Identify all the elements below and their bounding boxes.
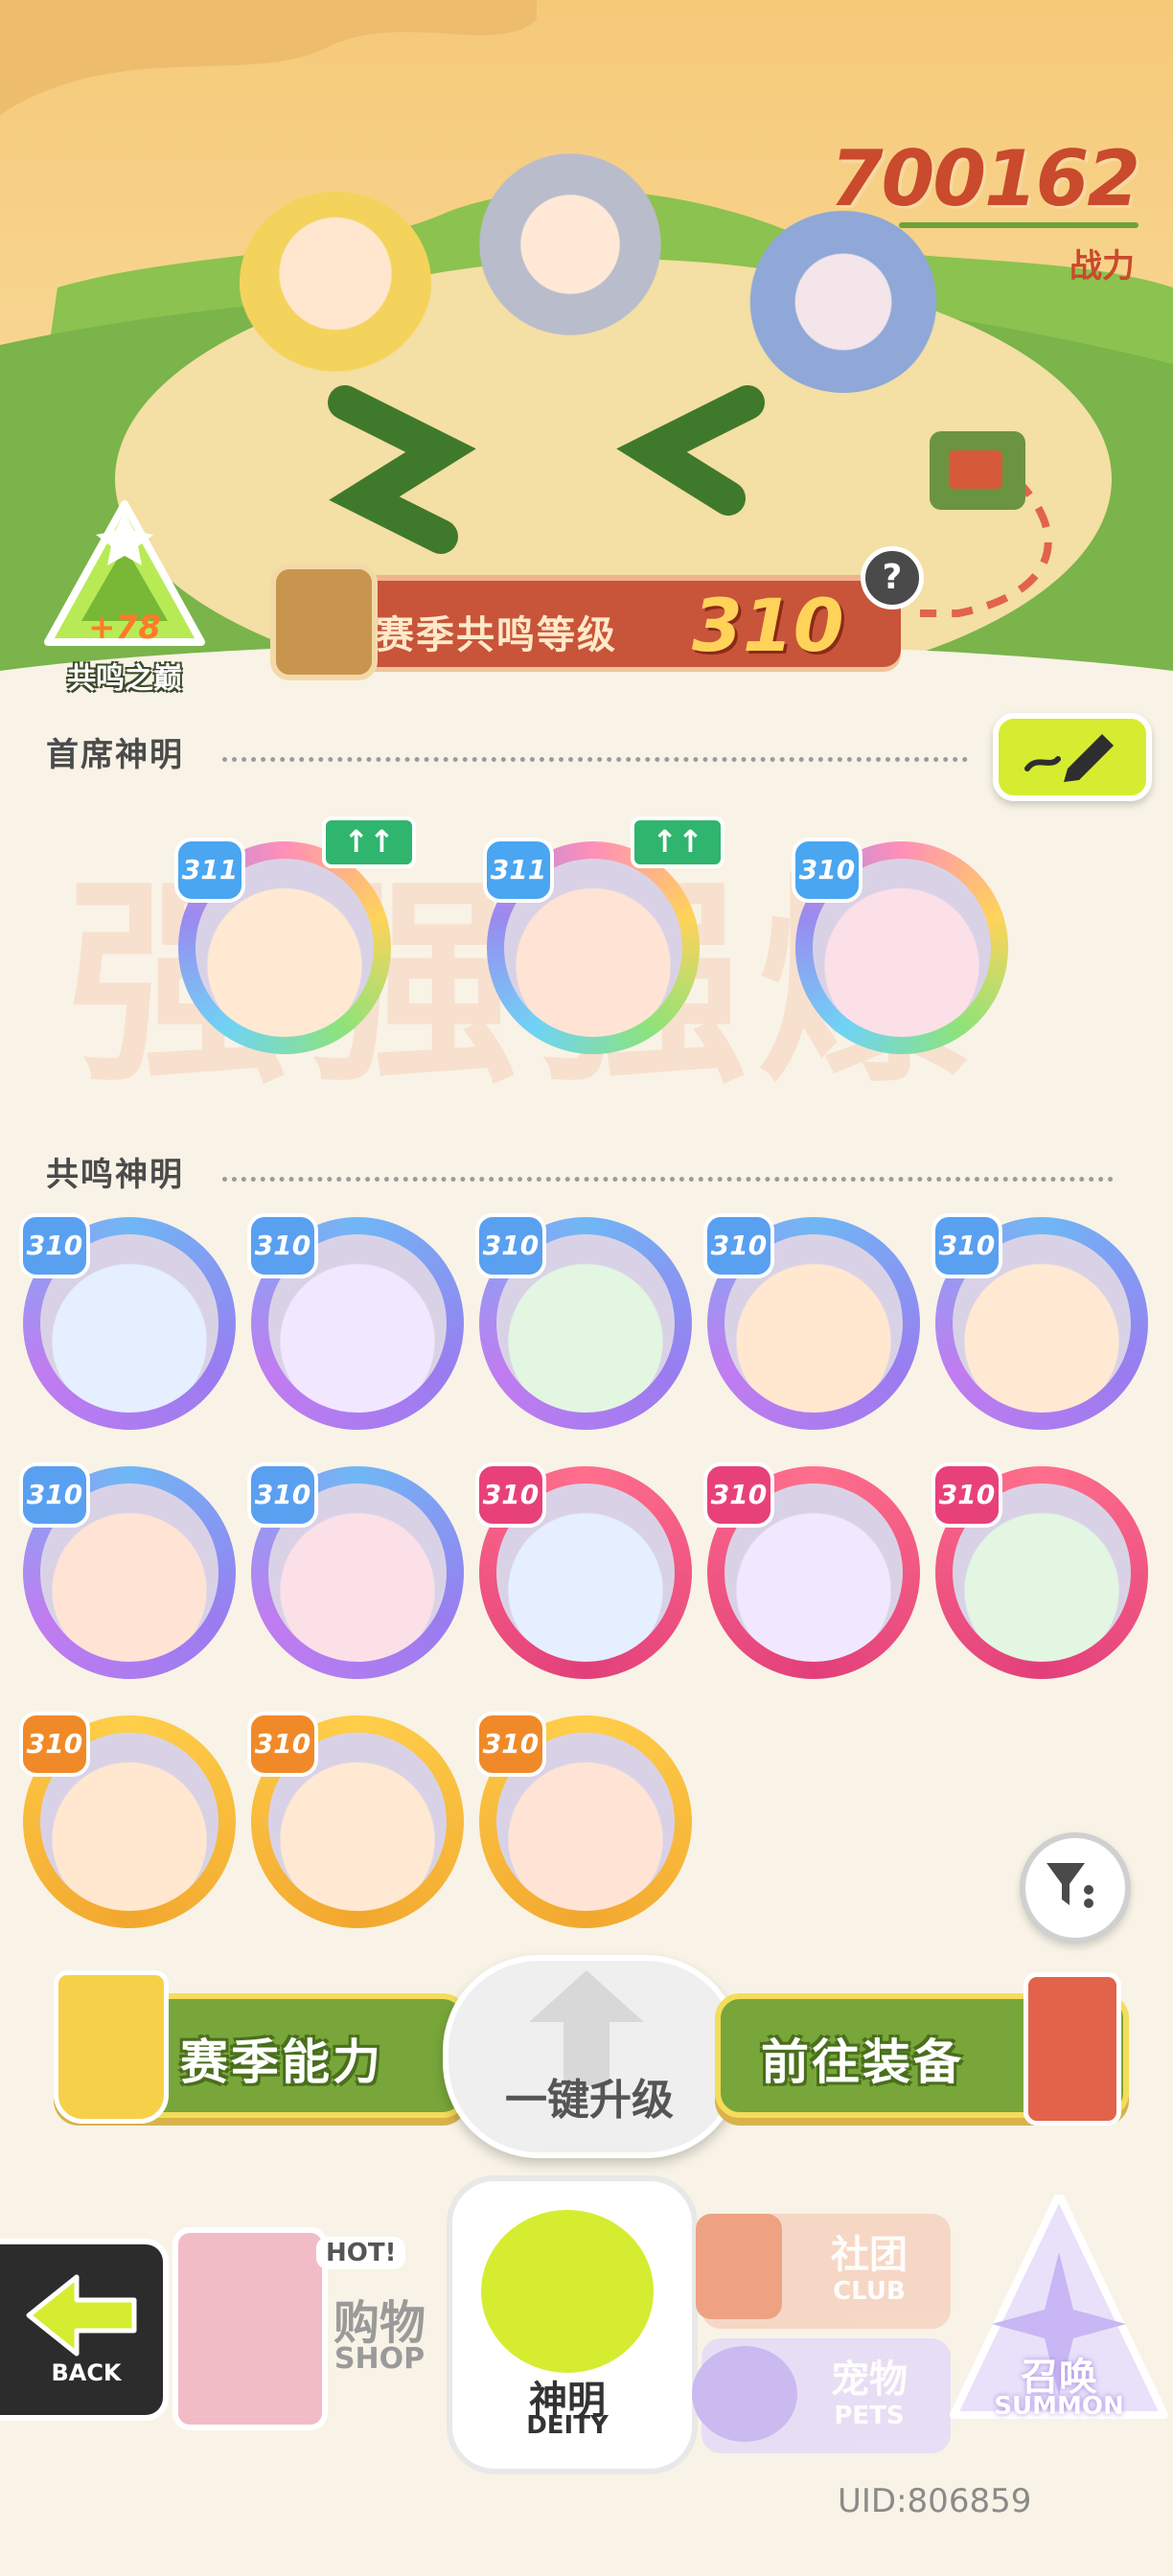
resonance-deity-card[interactable]: 310 (932, 1213, 1148, 1430)
season-ability-label: 赛季能力 (180, 2035, 383, 2090)
go-to-equipment-label: 前往装备 (761, 2035, 964, 2090)
card-level-badge: 310 (932, 1462, 1002, 1528)
edit-button[interactable] (993, 713, 1152, 801)
card-level-badge: 310 (475, 1213, 546, 1278)
deity-avatar-icon (481, 2210, 654, 2373)
user-id: UID:806859 (838, 2482, 1032, 2520)
scene-character-center (479, 153, 661, 335)
card-level-badge: 310 (247, 1213, 318, 1278)
one-click-upgrade-button[interactable] (443, 1955, 742, 2158)
power-label: 战力 (1070, 247, 1135, 286)
resonance-peak-badge[interactable]: +78 共鸣之巅 (38, 498, 211, 696)
go-to-equipment-button[interactable]: 前往装备 (715, 1972, 1129, 2126)
season-label: 赛季共鸣等级 (376, 613, 617, 657)
hot-badge: HOT! (316, 2237, 406, 2269)
resonance-deity-card[interactable]: 310 (247, 1462, 464, 1679)
pets-label-en: PETS (834, 2402, 905, 2430)
pencil-icon (1024, 734, 1114, 782)
help-button[interactable]: ? (861, 546, 924, 610)
bottom-navigation: BACK HOT! 购物 SHOP 神明 DEITY 社团 CLUB 宠物 PE… (0, 2175, 1173, 2492)
nav-shop[interactable]: HOT! 购物 SHOP (172, 2198, 450, 2438)
question-icon: ? (882, 558, 903, 597)
chief-deity-card[interactable]: 310 (792, 838, 1008, 1054)
upgrade-available-icon: ↑↑ (322, 816, 416, 868)
card-level-badge: 310 (247, 1712, 318, 1777)
back-label: BACK (51, 2359, 122, 2386)
shop-label-en: SHOP (334, 2342, 426, 2376)
resonance-deity-card[interactable]: 310 (247, 1712, 464, 1928)
upgrade-available-icon: ↑↑ (631, 816, 724, 868)
steamer-icon (270, 564, 378, 680)
card-level-badge: 310 (792, 838, 862, 903)
resonance-deity-card[interactable]: 310 (19, 1712, 236, 1928)
back-arrow-icon (26, 2274, 137, 2357)
scene-character-left (240, 192, 431, 374)
peak-bonus: +78 (88, 609, 161, 647)
resonance-deity-card[interactable]: 310 (703, 1462, 920, 1679)
card-level-badge: 310 (19, 1462, 90, 1528)
peak-label: 共鸣之巅 (67, 662, 182, 696)
season-resonance-banner[interactable]: 赛季共鸣等级 310 (270, 554, 903, 680)
club-label-cn: 社团 (831, 2233, 908, 2277)
nav-deity[interactable]: 神明 DEITY (447, 2175, 698, 2474)
card-level-badge: 310 (475, 1712, 546, 1777)
nav-club[interactable]: 社团 CLUB (696, 2214, 951, 2329)
card-level-badge: 310 (703, 1213, 774, 1278)
resonance-deity-card[interactable]: 310 (475, 1712, 692, 1928)
club-bag-icon (696, 2214, 782, 2319)
resonance-deity-card[interactable]: 310 (19, 1213, 236, 1430)
nav-pets[interactable]: 宠物 PETS (692, 2338, 951, 2453)
card-level-badge: 311 (483, 838, 554, 903)
club-label-en: CLUB (833, 2277, 906, 2306)
resonance-deity-card[interactable]: 310 (703, 1213, 920, 1430)
power-underline (899, 222, 1138, 228)
power-value: 700162 (830, 134, 1140, 223)
back-button[interactable]: BACK (0, 2239, 169, 2421)
gift-icon (1024, 1972, 1121, 2126)
resonance-deity-card[interactable]: 310 (475, 1462, 692, 1679)
card-level-badge: 310 (703, 1462, 774, 1528)
nav-summon[interactable]: 召唤 SUMMON (949, 2195, 1169, 2453)
section-title-resonance: 共鸣神明 (46, 1156, 184, 1194)
chief-deity-card[interactable]: 311 ↑↑ (483, 816, 724, 1054)
card-level-badge: 310 (19, 1712, 90, 1777)
filter-button[interactable] (1020, 1832, 1131, 1944)
season-level-value: 310 (692, 583, 844, 668)
section-divider (222, 1177, 1114, 1182)
resonance-deity-card[interactable]: 310 (247, 1213, 464, 1430)
filter-icon (1046, 1863, 1093, 1908)
season-ability-button[interactable]: 赛季能力 (54, 1970, 468, 2124)
vending-machine-icon (172, 2227, 328, 2430)
scene-character-right (748, 211, 939, 393)
section-title-chief: 首席神明 (46, 736, 184, 774)
card-level-badge: 310 (932, 1213, 1002, 1278)
card-level-badge: 310 (475, 1462, 546, 1528)
bubble-tea-icon (54, 1970, 169, 2124)
card-level-badge: 311 (174, 838, 245, 903)
card-level-badge: 310 (247, 1462, 318, 1528)
deity-label-en: DEITY (526, 2411, 609, 2440)
section-divider (222, 757, 968, 762)
card-level-badge: 310 (19, 1213, 90, 1278)
resonance-deity-card[interactable]: 310 (19, 1462, 236, 1679)
pet-fish-icon (692, 2346, 797, 2442)
chief-deity-card[interactable]: 311 ↑↑ (174, 816, 416, 1054)
pets-label-cn: 宠物 (831, 2358, 908, 2402)
one-click-upgrade-label: 一键升级 (505, 2076, 674, 2125)
resonance-deity-card[interactable]: 310 (475, 1213, 692, 1430)
summon-label-en: SUMMON (994, 2392, 1124, 2421)
resonance-deity-card[interactable]: 310 (932, 1462, 1148, 1679)
